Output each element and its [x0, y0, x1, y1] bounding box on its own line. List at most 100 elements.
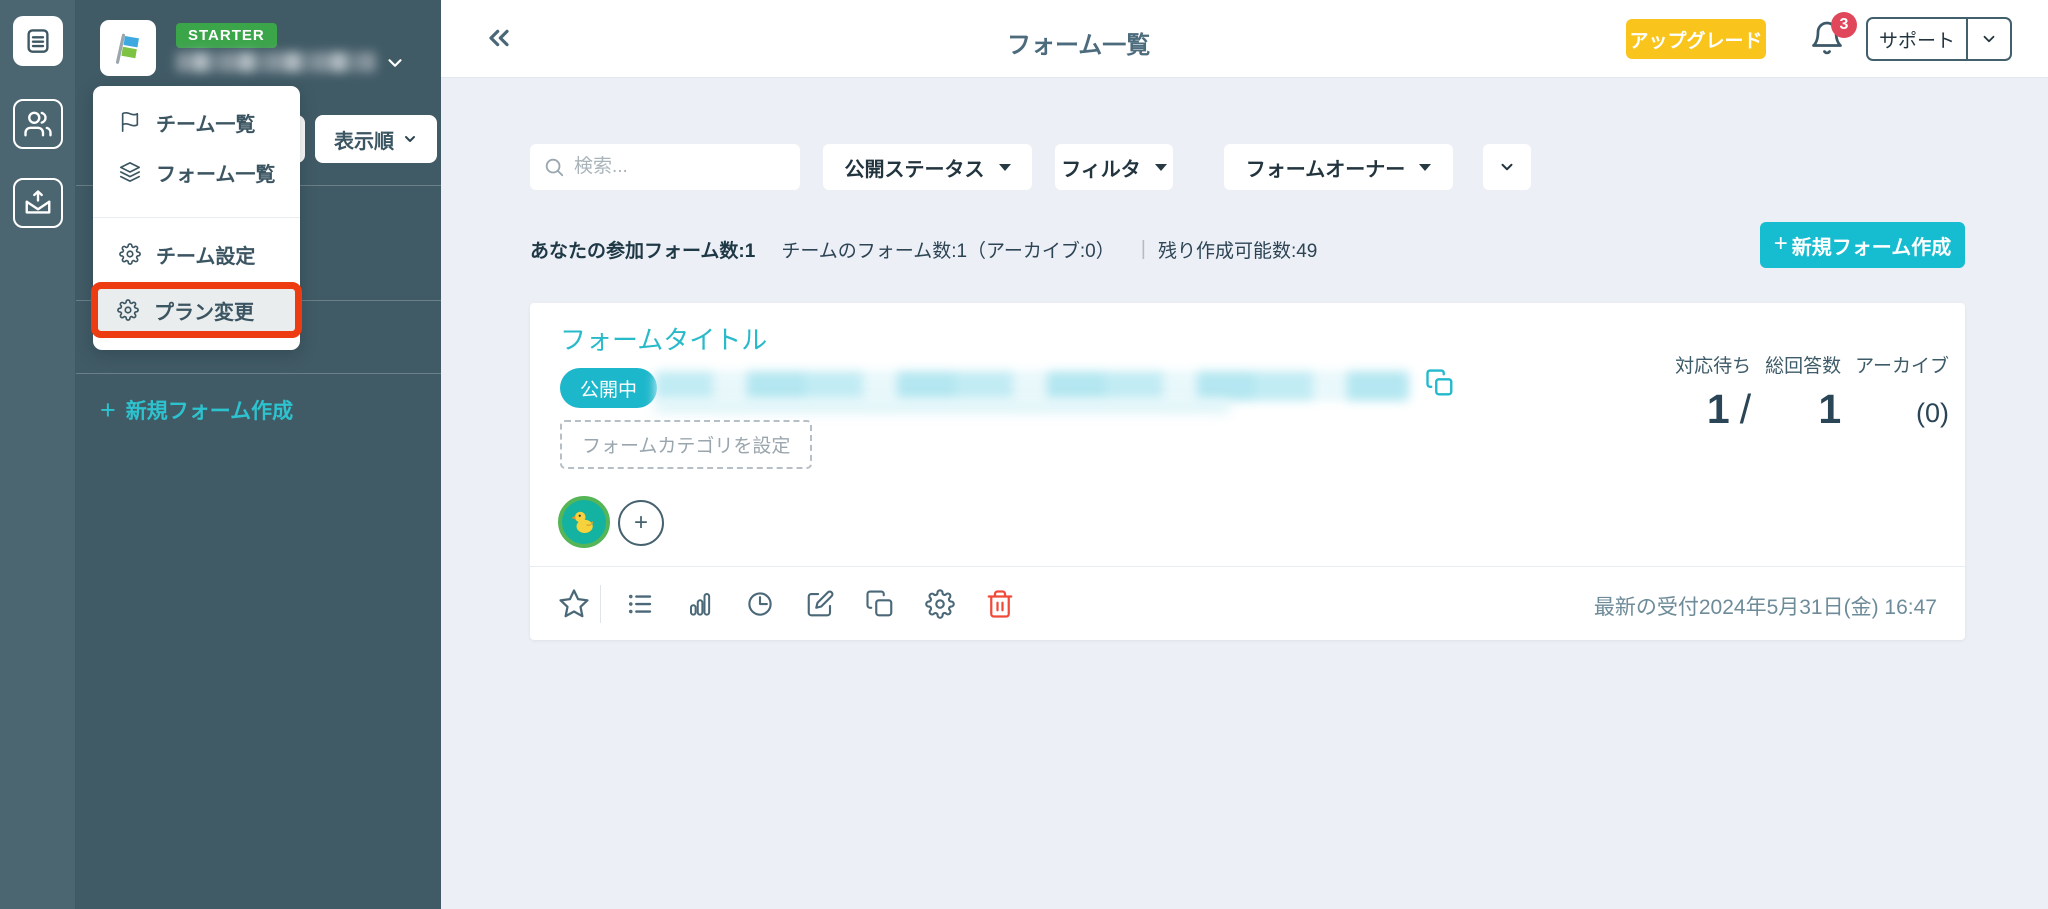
stat-label: 対応待ち — [1675, 356, 1752, 377]
stat-value: 1 — [1818, 386, 1842, 432]
caret-down-icon — [1419, 163, 1432, 171]
last-received-timestamp: 最新の受付2024年5月31日(金) 16:47 — [1593, 596, 1937, 619]
edit-icon[interactable] — [802, 586, 838, 622]
menu-item-label: フォーム一覧 — [156, 163, 276, 186]
sidebar-new-form-link[interactable]: + 新規フォーム作成 — [100, 395, 293, 425]
upgrade-button[interactable]: アップグレード — [1626, 19, 1766, 59]
stat-label: 総回答数 — [1765, 356, 1842, 377]
responses-list-icon[interactable] — [622, 586, 658, 622]
collapse-sidebar-icon[interactable] — [483, 22, 515, 54]
menu-item-form-list[interactable]: フォーム一覧 — [93, 149, 300, 195]
content-area: 公開ステータス フィルタ フォームオーナー あなたの参加フォーム数:1 チームの… — [441, 78, 2048, 909]
stat-label: アーカイブ — [1855, 356, 1949, 377]
form-title-link[interactable]: フォームタイトル — [560, 320, 767, 357]
page-header: フォーム一覧 アップグレード 3 サポート — [441, 0, 2048, 78]
stat-value: (0) — [1916, 398, 1949, 428]
joined-forms-count: あなたの参加フォーム数:1 — [530, 241, 756, 262]
caret-down-icon — [1154, 163, 1167, 171]
new-form-button-label: 新規フォーム作成 — [1791, 236, 1952, 259]
rail-item-forms[interactable] — [13, 16, 63, 66]
app-root: STARTER 表示順 + 新規フォーム作成 チーム一覧 フォーム一覧 チーム設… — [0, 0, 2048, 909]
rail-item-export[interactable] — [13, 178, 63, 228]
plus-icon: + — [1773, 230, 1788, 257]
form-url-blurred — [655, 400, 1230, 413]
support-label: サポート — [1878, 30, 1955, 52]
notification-count-badge: 3 — [1831, 12, 1857, 38]
stat-archive: アーカイブ (0) — [1855, 351, 1949, 430]
menu-item-label: チーム一覧 — [156, 113, 256, 136]
bar-chart-icon[interactable] — [682, 586, 718, 622]
duck-avatar-icon — [569, 507, 599, 537]
team-menu-dropdown: チーム一覧 フォーム一覧 チーム設定 プラン変更 — [91, 86, 302, 350]
remaining-count: 残り作成可能数:49 — [1157, 241, 1318, 262]
team-forms-count: チームのフォーム数:1（アーカイブ:0） — [781, 241, 1115, 262]
stats-bar: あなたの参加フォーム数:1 チームのフォーム数:1（アーカイブ:0） | 残り作… — [530, 236, 1317, 263]
filter-publish-status[interactable]: 公開ステータス — [823, 144, 1032, 190]
export-mail-icon — [23, 188, 53, 218]
menu-item-team-list[interactable]: チーム一覧 — [93, 99, 300, 145]
filter-label: フィルタ — [1061, 158, 1141, 181]
form-list-icon — [23, 26, 53, 56]
divider — [93, 217, 300, 218]
caret-down-icon — [998, 163, 1011, 171]
stat-value: 1 — [1706, 386, 1730, 432]
search-icon — [545, 158, 564, 177]
plan-badge: STARTER — [176, 23, 277, 48]
team-switcher-chevron-icon[interactable] — [384, 52, 406, 74]
main-area: フォーム一覧 アップグレード 3 サポート 公開ステ — [441, 0, 2048, 909]
form-card: フォームタイトル 公開中 フォームカテゴリを設定 + 対応待ち 1 / 総回答数… — [530, 303, 1965, 640]
delete-trash-icon[interactable] — [982, 586, 1018, 622]
add-member-button[interactable]: + — [618, 500, 664, 546]
stat-pending: 対応待ち 1/ — [1675, 351, 1751, 430]
avatar[interactable] — [558, 496, 610, 548]
copy-url-icon[interactable] — [1425, 368, 1455, 398]
card-footer: 最新の受付2024年5月31日(金) 16:47 — [530, 566, 1965, 640]
icon-rail — [0, 0, 76, 909]
page-title: フォーム一覧 — [1007, 32, 1151, 59]
filter-label: フォームオーナー — [1245, 158, 1406, 181]
filter-form-owner[interactable]: フォームオーナー — [1224, 144, 1453, 190]
chevron-down-icon — [1501, 163, 1513, 171]
brand-logo[interactable] — [100, 20, 156, 76]
search-input[interactable] — [574, 148, 789, 186]
search-box — [530, 144, 800, 190]
favorite-star-icon[interactable] — [556, 586, 592, 622]
stat-separator: / — [1739, 386, 1752, 432]
plan-change-highlight-box: プラン変更 — [91, 282, 302, 338]
notifications-button[interactable]: 3 — [1809, 12, 1857, 66]
sort-order-button[interactable]: 表示順 — [315, 115, 437, 163]
filter-filter[interactable]: フィルタ — [1055, 144, 1173, 190]
plus-icon: + — [100, 394, 116, 425]
layers-icon — [119, 161, 141, 183]
gear-icon — [117, 299, 139, 321]
new-form-link-label: 新規フォーム作成 — [125, 400, 294, 423]
set-category-button[interactable]: フォームカテゴリを設定 — [560, 420, 813, 469]
menu-item-team-settings[interactable]: チーム設定 — [93, 231, 300, 277]
filter-label: 公開ステータス — [844, 158, 985, 181]
gear-icon — [119, 243, 141, 265]
sort-order-label: 表示順 — [334, 130, 394, 153]
more-filters-button[interactable] — [1483, 144, 1531, 190]
card-stats: 対応待ち 1/ 総回答数 1 アーカイブ (0) — [1675, 351, 1949, 430]
menu-item-label: チーム設定 — [156, 245, 256, 268]
status-badge: 公開中 — [560, 368, 658, 408]
menu-item-plan-change[interactable]: プラン変更 — [154, 296, 254, 325]
chevron-down-icon — [1983, 35, 1995, 43]
rail-item-members[interactable] — [13, 99, 63, 149]
duplicate-icon[interactable] — [862, 586, 898, 622]
formrun-flag-logo-icon — [110, 30, 146, 66]
form-url-blurred — [655, 371, 1410, 401]
new-form-button[interactable]: + 新規フォーム作成 — [1760, 222, 1965, 268]
divider — [600, 585, 601, 623]
support-menu-chevron[interactable] — [1966, 19, 2010, 59]
users-icon — [23, 109, 53, 139]
chevron-down-icon — [405, 136, 415, 142]
support-button[interactable]: サポート — [1866, 17, 2012, 61]
divider — [76, 373, 441, 374]
team-name-blurred[interactable] — [176, 52, 376, 72]
stat-total: 総回答数 1 — [1765, 351, 1841, 430]
flag-icon — [119, 111, 141, 133]
separator: | — [1140, 238, 1146, 260]
clock-icon[interactable] — [742, 586, 778, 622]
settings-gear-icon[interactable] — [922, 586, 958, 622]
